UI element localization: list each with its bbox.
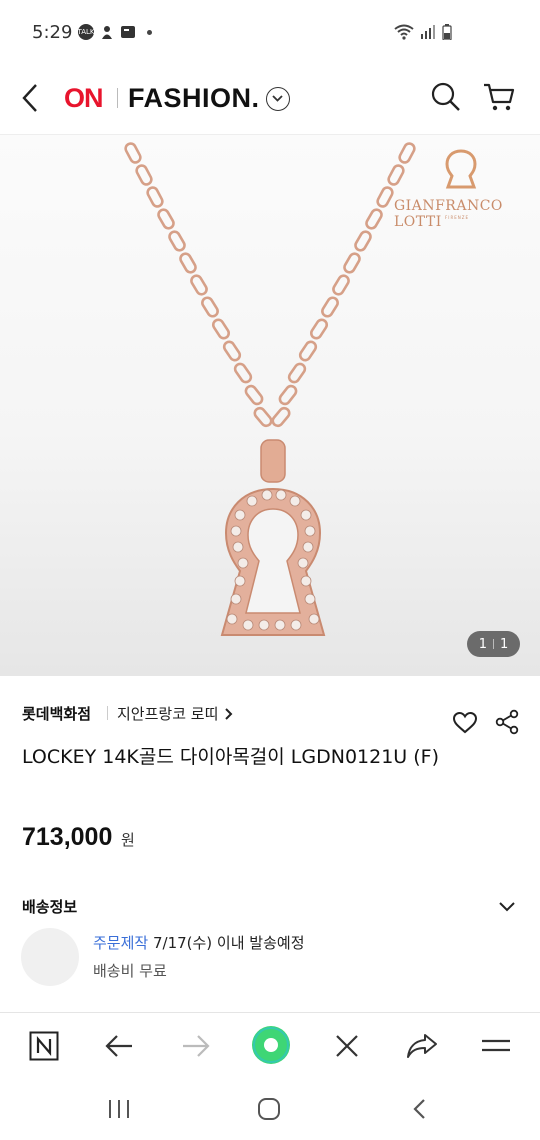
signal-icon [420,24,436,40]
green-dot-button[interactable] [251,1025,291,1065]
kakaotalk-icon: TALK [78,24,95,40]
brand-logo: GIANFRANCO LOTTI [394,198,503,230]
product-title: LOCKEY 14K골드 다이아목걸이 LGDN0121U (F) [22,746,440,768]
mall-dropdown-button[interactable] [266,87,290,111]
chevron-down-icon [499,902,515,912]
browser-share-button[interactable] [406,1031,438,1061]
hamburger-menu-icon [482,1039,510,1052]
brand-logo-sub: FIRENZE [445,215,470,220]
price-unit: 원 [121,831,135,849]
brand-name: 지안프랑코 로띠 [117,705,219,723]
chevron-down-icon [272,95,283,102]
search-icon [431,82,460,111]
back-button[interactable] [18,82,44,114]
wishlist-button[interactable] [452,711,478,735]
browser-menu-button[interactable] [481,1033,511,1059]
browser-back-button[interactable] [104,1032,134,1060]
more-notifications-dot [147,29,152,35]
recent-apps-button[interactable] [107,1098,131,1120]
product-image[interactable]: GIANFRANCO LOTTI FIRENZE [0,135,540,676]
battery-icon [442,24,452,40]
arrow-left-icon [105,1035,132,1057]
naver-n-icon [29,1031,59,1061]
cart-icon [484,83,515,111]
shipping-fee: 배송비 무료 [93,962,167,980]
status-time: 5:29 [32,22,73,43]
made-to-order-tag: 주문제작 [93,934,149,952]
close-tab-button[interactable] [333,1032,361,1060]
status-system-icons [394,24,452,40]
app-header: ON FASHION. [0,64,540,135]
browser-toolbar [0,1012,540,1079]
arrow-right-icon [183,1035,210,1057]
close-icon [336,1035,358,1057]
logo-divider [117,88,118,108]
screen-share-icon [120,24,136,40]
back-arrow-icon [22,84,37,112]
shipping-label: 배송정보 [22,898,78,916]
brand-link[interactable]: 지안프랑코 로띠 [117,703,234,724]
status-notification-icons: TALK [78,24,152,40]
browser-forward-button[interactable] [181,1032,211,1060]
heart-icon [452,711,478,734]
logo-on[interactable]: ON [64,83,103,114]
status-bar: 5:29 TALK [0,0,540,64]
shipping-expand-button[interactable] [496,900,518,914]
pager-current: 1 [478,636,487,652]
pager-divider [493,639,494,649]
app-notification-icon [99,24,115,40]
share-icon [495,709,519,735]
seller-name[interactable]: 롯데백화점 [22,703,91,724]
chevron-left-icon [413,1099,425,1119]
home-button[interactable] [257,1097,281,1121]
search-button[interactable] [430,81,462,113]
product-price: 713,000 [22,823,113,851]
naver-home-button[interactable] [29,1031,59,1061]
chevron-right-icon [225,707,233,720]
system-nav-bar [0,1078,540,1140]
recent-apps-icon [109,1100,129,1118]
green-dot-icon [252,1026,290,1064]
shipping-schedule: 주문제작 7/17(수) 이내 발송예정 [93,932,305,953]
wifi-icon [394,24,414,40]
shipping-date: 7/17(수) 이내 발송예정 [148,934,305,952]
cart-button[interactable] [482,81,516,113]
image-pager: 1 1 [467,631,520,657]
logo-fashion[interactable]: FASHION. [128,83,260,114]
home-icon [258,1098,280,1120]
seller-divider [107,706,108,720]
shipping-avatar [21,928,79,986]
pager-total: 1 [500,636,509,652]
system-back-button[interactable] [410,1098,430,1120]
share-button[interactable] [494,709,520,735]
share-arrow-icon [407,1034,437,1058]
